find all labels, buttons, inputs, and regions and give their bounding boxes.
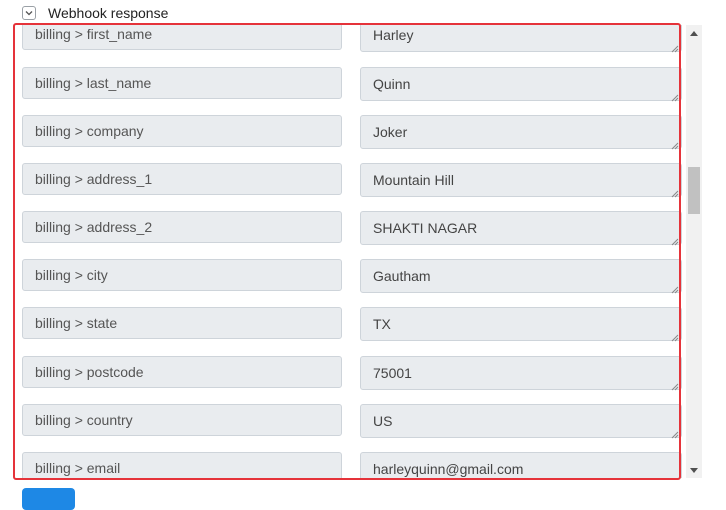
resize-handle-icon[interactable] (670, 185, 679, 198)
field-row: billing > city Gautham (15, 259, 683, 294)
scroll-up-arrow-icon[interactable] (686, 25, 702, 41)
field-value[interactable]: 75001 (360, 356, 682, 391)
field-value[interactable]: Joker (360, 115, 682, 150)
resize-handle-icon[interactable] (670, 40, 679, 53)
field-value[interactable]: Gautham (360, 259, 682, 294)
field-key: billing > postcode (22, 356, 342, 388)
field-value-text: SHAKTI NAGAR (373, 220, 478, 236)
webhook-fields-list: billing > first_name Harley billing > la… (15, 25, 683, 478)
webhook-response-header: Webhook response (22, 3, 168, 23)
field-value[interactable]: Mountain Hill (360, 163, 682, 198)
resize-handle-icon[interactable] (670, 137, 679, 150)
resize-handle-icon[interactable] (670, 233, 679, 246)
field-key: billing > first_name (22, 25, 342, 50)
field-value[interactable]: Harley (360, 25, 682, 53)
field-key: billing > address_2 (22, 211, 342, 243)
field-value[interactable]: harleyquinn@gmail.com (360, 452, 682, 478)
field-value[interactable]: US (360, 404, 682, 439)
field-value-text: Quinn (373, 76, 411, 92)
scrollbar-thumb[interactable] (688, 167, 700, 214)
chevron-down-icon (25, 10, 33, 16)
field-value[interactable]: SHAKTI NAGAR (360, 211, 682, 246)
field-value[interactable]: TX (360, 307, 682, 342)
field-row: billing > company Joker (15, 115, 683, 150)
field-key: billing > country (22, 404, 342, 436)
field-row: billing > email harleyquinn@gmail.com (15, 452, 683, 478)
resize-handle-icon[interactable] (670, 426, 679, 439)
field-value-text: harleyquinn@gmail.com (373, 461, 524, 477)
resize-handle-icon[interactable] (670, 329, 679, 342)
field-value-text: US (373, 413, 393, 429)
field-value-text: 75001 (373, 365, 412, 381)
field-key: billing > last_name (22, 67, 342, 99)
resize-handle-icon[interactable] (670, 378, 679, 391)
field-row: billing > country US (15, 404, 683, 439)
resize-handle-icon[interactable] (670, 89, 679, 102)
field-key: billing > company (22, 115, 342, 147)
field-value-text: TX (373, 316, 391, 332)
field-row: billing > first_name Harley (15, 25, 683, 53)
field-row: billing > state TX (15, 307, 683, 342)
resize-handle-icon[interactable] (670, 474, 679, 478)
collapse-toggle[interactable] (22, 6, 36, 20)
field-value-text: Mountain Hill (373, 172, 454, 188)
field-row: billing > address_2 SHAKTI NAGAR (15, 211, 683, 246)
field-row: billing > address_1 Mountain Hill (15, 163, 683, 198)
vertical-scrollbar[interactable] (686, 25, 702, 478)
scroll-down-arrow-icon[interactable] (686, 462, 702, 478)
resize-handle-icon[interactable] (670, 281, 679, 294)
field-value-text: Joker (373, 124, 408, 140)
field-key: billing > address_1 (22, 163, 342, 195)
primary-action-button[interactable] (22, 488, 75, 510)
field-row: billing > postcode 75001 (15, 356, 683, 391)
section-title: Webhook response (48, 5, 169, 21)
field-value-text: Gautham (373, 268, 431, 284)
field-key: billing > state (22, 307, 342, 339)
field-key: billing > email (22, 452, 342, 478)
field-key: billing > city (22, 259, 342, 291)
field-value-text: Harley (373, 27, 414, 43)
field-row: billing > last_name Quinn (15, 67, 683, 102)
field-value[interactable]: Quinn (360, 67, 682, 102)
